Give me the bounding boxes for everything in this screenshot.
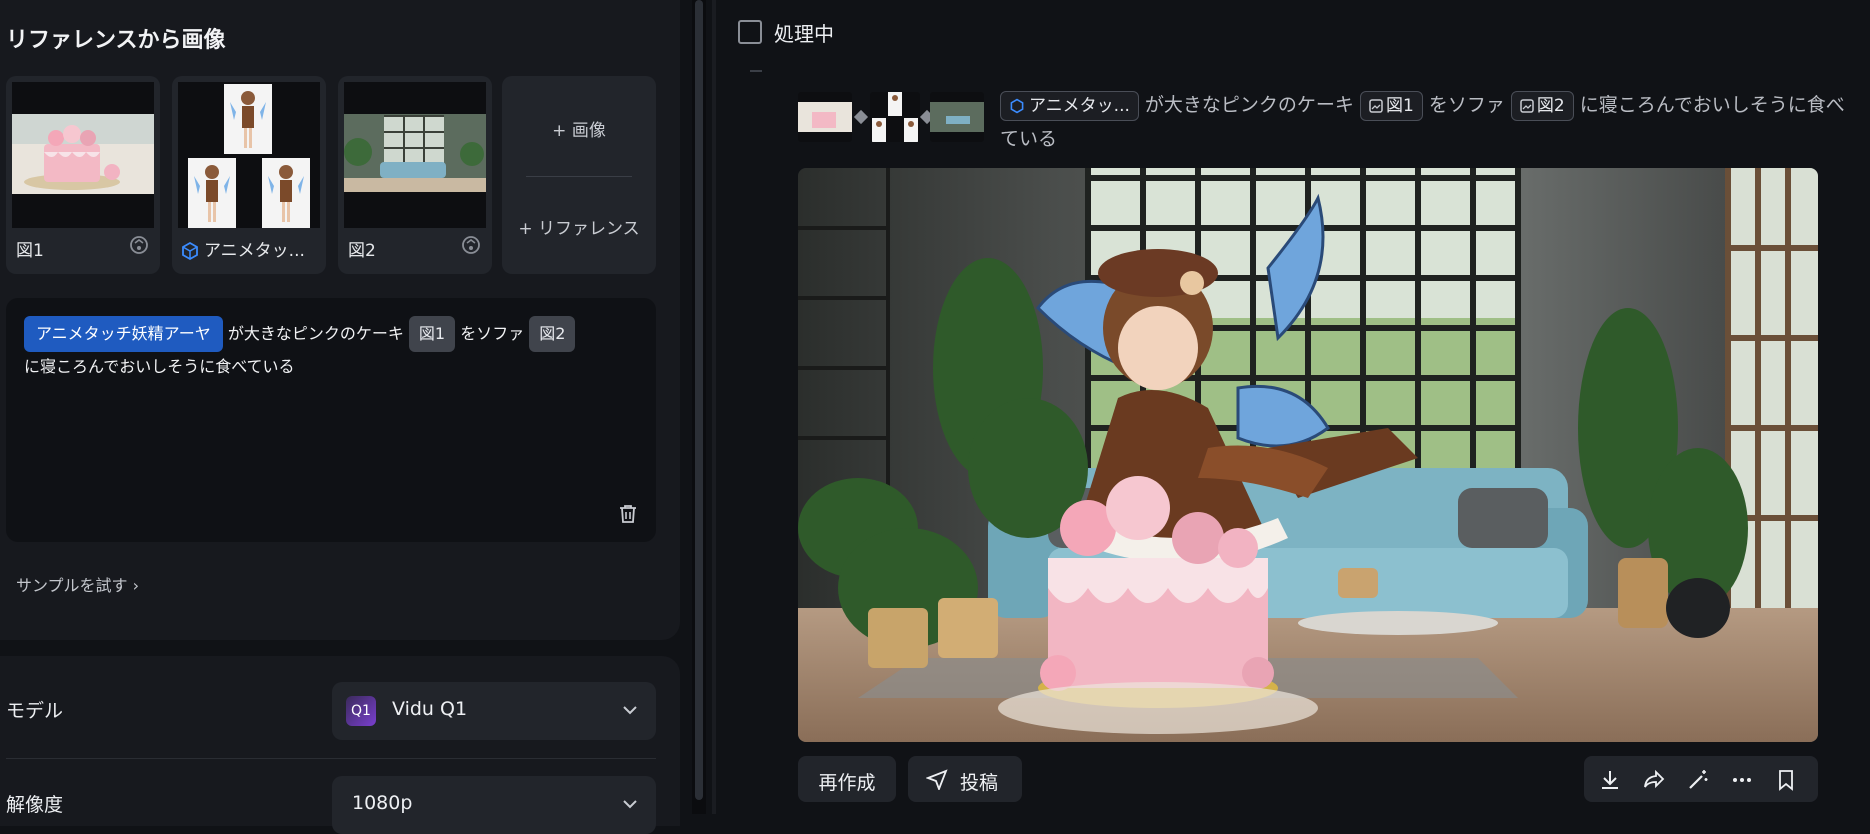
select-checkbox[interactable] [738, 20, 762, 44]
more-icon[interactable] [1730, 768, 1754, 792]
model-logo-icon: Q1 [346, 696, 376, 726]
download-icon[interactable] [1598, 768, 1622, 792]
model-label: モデル [6, 700, 64, 722]
prompt-segment: が大きなピンクのケーキ [222, 324, 409, 343]
character-chip[interactable]: アニメタッチ妖精アーヤ [24, 316, 223, 352]
regenerate-label: 再作成 [818, 772, 876, 794]
mini-thumb-fig2 [930, 92, 984, 142]
panel-separator [712, 0, 716, 814]
ref-label-character-text: アニメタッ... [204, 241, 305, 261]
magic-wand-icon[interactable] [1686, 768, 1710, 792]
share-icon[interactable] [1642, 768, 1666, 792]
trash-icon[interactable] [616, 502, 640, 526]
character-thumbnail [178, 82, 320, 228]
add-image-button[interactable]: + 画像 [502, 116, 656, 141]
action-toolbar [1584, 756, 1818, 802]
model-select[interactable]: Q1 Vidu Q1 [332, 682, 656, 740]
resolution-label: 解像度 [6, 794, 64, 816]
prompt-input[interactable]: アニメタッチ妖精アーヤ が大きなピンクのケーキ 図1 をソファ 図2 に寝ころんで… [6, 298, 656, 542]
panel-title: リファレンスから画像 [6, 28, 226, 53]
settings-divider [6, 758, 656, 759]
add-card: + 画像 + リファレンス [502, 76, 656, 274]
mini-thumb-character [870, 92, 920, 142]
cake-thumbnail [12, 82, 154, 228]
regenerate-button[interactable]: 再作成 [798, 756, 896, 802]
ref-card-fig2[interactable]: 図2 [338, 76, 492, 274]
connector-icon [853, 109, 869, 125]
ref-card-character[interactable]: アニメタッ... [172, 76, 326, 274]
chevron-down-icon [622, 798, 638, 810]
post-label: 投稿 [960, 772, 999, 794]
character-chip-text: アニメタッ... [1029, 96, 1130, 116]
ref-label-fig1: 図1 [16, 241, 44, 261]
fig1-chip[interactable]: 図1 [1359, 91, 1423, 121]
resolution-value: 1080p [352, 792, 413, 814]
prompt-segment: をソファ [455, 324, 530, 343]
image-icon [1520, 99, 1534, 113]
prompt-segment: が大きなピンクのケーキ [1138, 94, 1360, 116]
model-badge: Q1 [351, 703, 371, 719]
generation-prompt: アニメタッ... が大きなピンクのケーキ 図1 をソファ 図2 に寝ころんでおい… [1000, 88, 1860, 156]
prompt-segment: をソファ [1422, 94, 1511, 116]
ref-card-fig1[interactable]: 図1 [6, 76, 160, 274]
fig2-chip[interactable]: 図2 [1510, 91, 1574, 121]
bookmark-icon[interactable] [1774, 768, 1798, 792]
fig1-chip[interactable]: 図1 [408, 316, 456, 352]
replace-icon[interactable] [460, 234, 482, 256]
image-icon [1369, 99, 1383, 113]
prompt-text: アニメタッチ妖精アーヤ が大きなピンクのケーキ 図1 をソファ 図2 に寝ころんで… [24, 316, 644, 382]
ref-label-fig2: 図2 [348, 241, 376, 261]
add-reference-button[interactable]: + リファレンス [502, 214, 656, 239]
tree-line [750, 70, 762, 72]
chevron-down-icon [622, 704, 638, 716]
sofa-thumbnail [344, 82, 486, 228]
send-icon [926, 768, 948, 790]
fig2-chip-text: 図2 [1536, 96, 1565, 116]
divider [526, 176, 632, 177]
scrollbar-thumb[interactable] [695, 0, 703, 800]
replace-icon[interactable] [128, 234, 150, 256]
prompt-segment: に寝ころんでおいしそうに食べている [24, 357, 295, 376]
ref-label-character: アニメタッ... [180, 236, 305, 261]
fig2-chip[interactable]: 図2 [529, 316, 576, 352]
generated-image[interactable] [798, 168, 1818, 742]
status-text: 処理中 [774, 22, 834, 46]
try-sample-link[interactable]: サンプルを試す › [16, 572, 139, 596]
fig1-chip-text: 図1 [1385, 96, 1414, 116]
cube-icon [1009, 98, 1025, 114]
character-chip[interactable]: アニメタッ... [1000, 91, 1139, 121]
model-value: Vidu Q1 [392, 698, 468, 720]
resolution-select[interactable]: 1080p [332, 776, 656, 834]
post-button[interactable]: 投稿 [908, 756, 1022, 802]
mini-thumb-fig1 [798, 92, 852, 142]
cube-icon [180, 241, 200, 261]
